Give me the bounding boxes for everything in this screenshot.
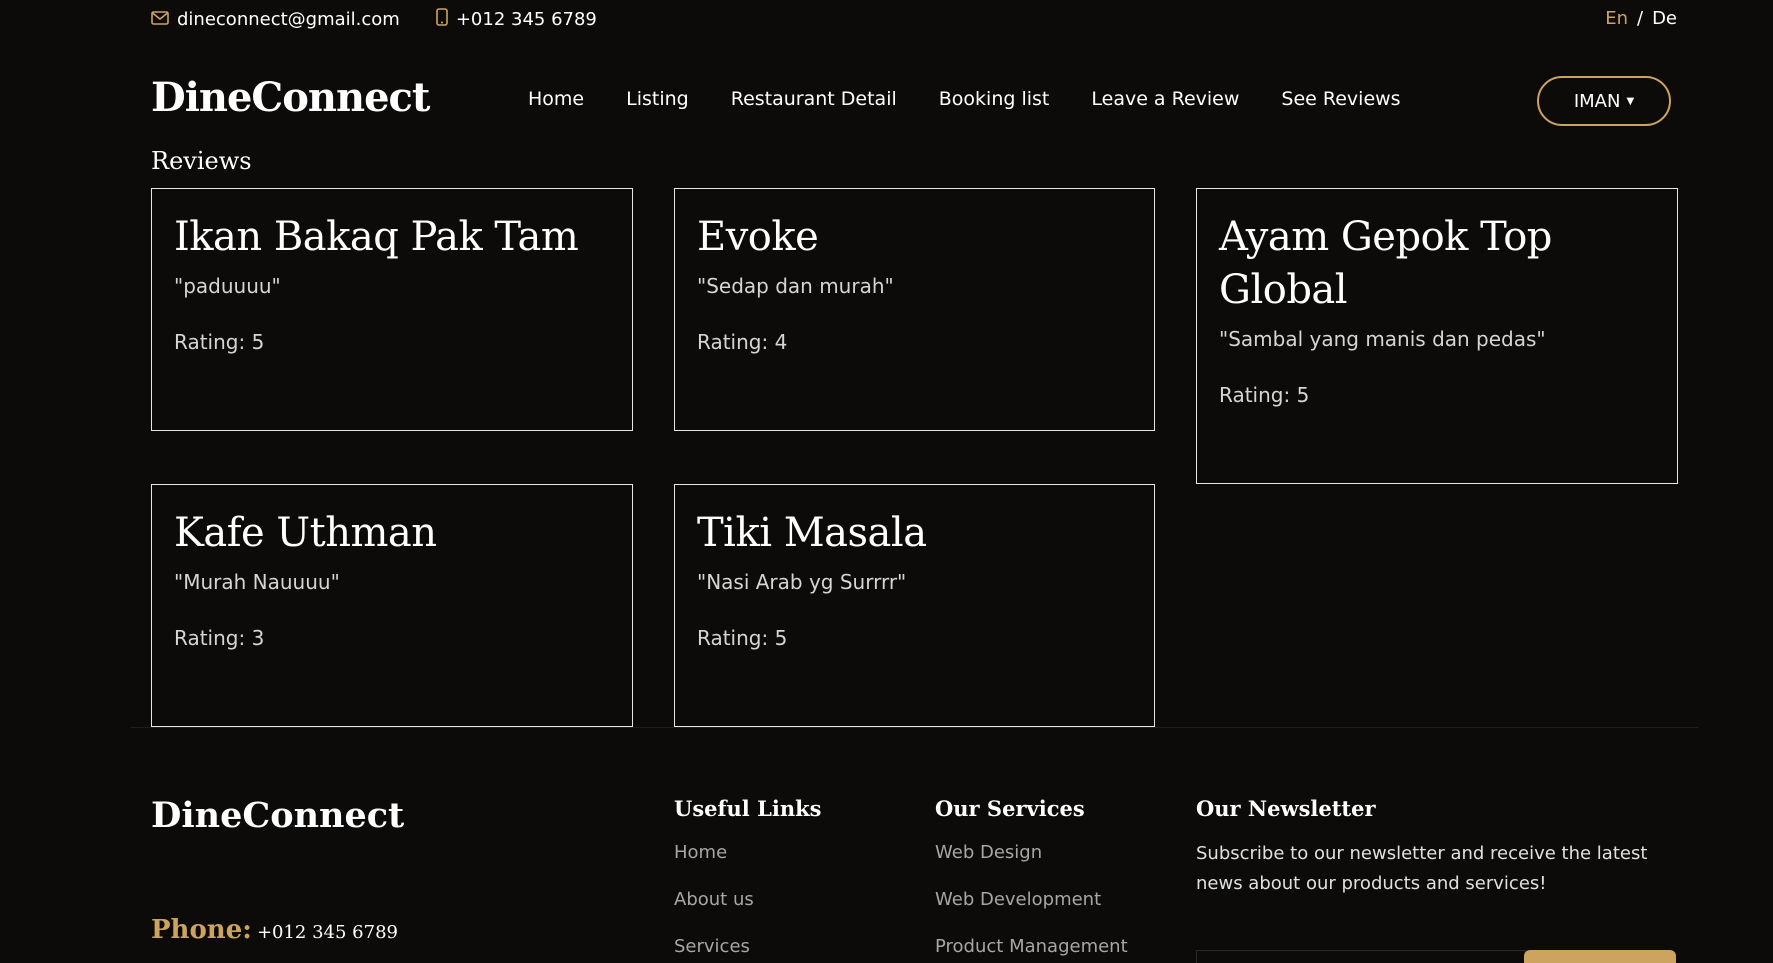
review-comment: "paduuuu" bbox=[174, 274, 281, 298]
newsletter-email-input[interactable] bbox=[1196, 950, 1526, 963]
newsletter-subscribe-button[interactable] bbox=[1524, 950, 1676, 963]
phone-label: Phone: bbox=[151, 915, 252, 945]
nav-home[interactable]: Home bbox=[528, 88, 584, 110]
restaurant-name: Ayam Gepok Top Global bbox=[1219, 214, 1552, 313]
our-services-title: Our Services bbox=[935, 796, 1085, 821]
user-name: IMAN bbox=[1573, 90, 1621, 112]
brand-logo[interactable]: DineConnect bbox=[151, 74, 430, 121]
useful-links: Useful Links Home About us Services bbox=[674, 796, 821, 963]
newsletter: Our Newsletter Subscribe to our newslett… bbox=[1196, 796, 1696, 899]
nav-see-reviews[interactable]: See Reviews bbox=[1281, 88, 1400, 110]
review-card: Ikan Bakaq Pak Tam "paduuuu" Rating: 5 bbox=[151, 188, 633, 431]
service-web-development[interactable]: Web Development bbox=[935, 886, 1128, 933]
topbar: dineconnect@gmail.com +012 345 6789 En / D… bbox=[151, 8, 1677, 32]
email-text: dineconnect@gmail.com bbox=[177, 9, 400, 30]
newsletter-title: Our Newsletter bbox=[1196, 796, 1376, 821]
envelope-icon bbox=[151, 9, 177, 30]
main-nav: Home Listing Restaurant Detail Booking l… bbox=[528, 88, 1443, 110]
review-comment: "Nasi Arab yg Surrrr" bbox=[697, 570, 907, 594]
review-card: Kafe Uthman "Murah Nauuuu" Rating: 3 bbox=[151, 484, 633, 727]
newsletter-text: Subscribe to our newsletter and receive … bbox=[1196, 843, 1648, 894]
phone-icon bbox=[436, 8, 456, 31]
useful-links-title: Useful Links bbox=[674, 796, 822, 821]
restaurant-name: Evoke bbox=[697, 214, 819, 260]
footer-link-services[interactable]: Services bbox=[674, 933, 821, 963]
user-menu-button[interactable]: IMAN ▼ bbox=[1537, 76, 1671, 126]
nav-booking-list[interactable]: Booking list bbox=[939, 88, 1050, 110]
review-rating: Rating: 5 bbox=[174, 330, 265, 354]
phone-value: +012 345 6789 bbox=[256, 922, 398, 943]
contact-info: dineconnect@gmail.com +012 345 6789 bbox=[151, 8, 633, 31]
lang-de[interactable]: De bbox=[1652, 8, 1677, 29]
service-product-management[interactable]: Product Management bbox=[935, 933, 1128, 963]
review-card: Evoke "Sedap dan murah" Rating: 4 bbox=[674, 188, 1155, 431]
nav-listing[interactable]: Listing bbox=[626, 88, 689, 110]
review-rating: Rating: 3 bbox=[174, 626, 265, 650]
restaurant-name: Ikan Bakaq Pak Tam bbox=[174, 214, 579, 260]
review-rating: Rating: 5 bbox=[697, 626, 788, 650]
reviews-title: Reviews bbox=[151, 147, 252, 175]
language-switcher: En / De bbox=[1605, 8, 1677, 29]
lang-separator: / bbox=[1636, 8, 1644, 29]
review-rating: Rating: 4 bbox=[697, 330, 788, 354]
review-comment: "Sambal yang manis dan pedas" bbox=[1219, 327, 1546, 351]
restaurant-name: Tiki Masala bbox=[697, 510, 927, 556]
footer-divider bbox=[131, 727, 1698, 728]
restaurant-name: Kafe Uthman bbox=[174, 510, 437, 556]
nav-restaurant-detail[interactable]: Restaurant Detail bbox=[731, 88, 897, 110]
footer-link-home[interactable]: Home bbox=[674, 839, 821, 886]
phone-contact[interactable]: +012 345 6789 bbox=[436, 8, 597, 31]
page: dineconnect@gmail.com +012 345 6789 En / D… bbox=[0, 0, 1773, 963]
review-card: Tiki Masala "Nasi Arab yg Surrrr" Rating… bbox=[674, 484, 1155, 727]
lang-en[interactable]: En bbox=[1605, 8, 1628, 29]
footer-brand[interactable]: DineConnect bbox=[151, 795, 404, 836]
review-comment: "Sedap dan murah" bbox=[697, 274, 894, 298]
our-services: Our Services Web Design Web Development … bbox=[935, 796, 1128, 963]
footer-phone: Phone: +012 345 6789 bbox=[151, 915, 398, 945]
caret-down-icon: ▼ bbox=[1626, 95, 1635, 107]
review-comment: "Murah Nauuuu" bbox=[174, 570, 340, 594]
review-rating: Rating: 5 bbox=[1219, 383, 1310, 407]
service-web-design[interactable]: Web Design bbox=[935, 839, 1128, 886]
footer-link-about[interactable]: About us bbox=[674, 886, 821, 933]
nav-leave-review[interactable]: Leave a Review bbox=[1091, 88, 1239, 110]
phone-text: +012 345 6789 bbox=[455, 9, 597, 30]
review-card: Ayam Gepok Top Global "Sambal yang manis… bbox=[1196, 188, 1678, 484]
email-contact[interactable]: dineconnect@gmail.com bbox=[151, 9, 400, 30]
